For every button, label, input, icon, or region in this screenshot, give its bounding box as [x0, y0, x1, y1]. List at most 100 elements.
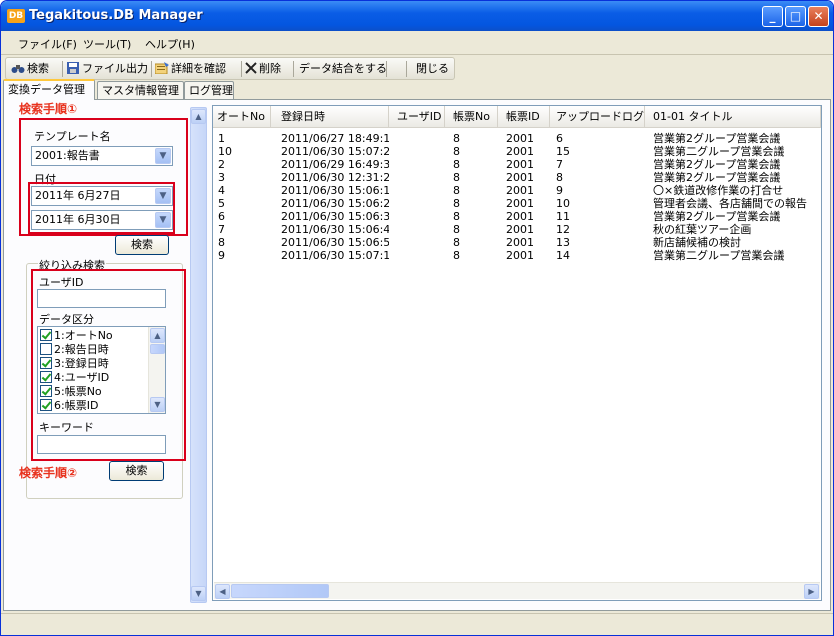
chevron-down-icon[interactable]: ▼ — [155, 212, 171, 228]
data-grid[interactable]: オートNo 登録日時 ユーザID 帳票No 帳票ID アップロードログID 01… — [212, 105, 822, 601]
tab-converted-data[interactable]: 変換データ管理 — [3, 79, 95, 100]
table-row[interactable]: 2 2011/06/29 16:49:34 8 2001 7 営業第2グループ営業会議 — [213, 158, 821, 171]
table-cell: 営業第二グループ営業会議 — [653, 145, 785, 158]
toolbar-separator — [62, 61, 63, 77]
checkbox[interactable] — [40, 329, 52, 341]
table-row[interactable]: 7 2011/06/30 15:06:47 8 2001 12 秋の紅葉ツアー企画 — [213, 223, 821, 236]
col-form-no[interactable]: 帳票No — [445, 106, 498, 128]
checkbox[interactable] — [40, 385, 52, 397]
table-cell: 8 — [453, 210, 460, 223]
table-row[interactable]: 3 2011/06/30 12:31:23 8 2001 8 営業第2グループ営業会議 — [213, 171, 821, 184]
table-cell — [389, 197, 445, 210]
step1-annotation: 検索手順① — [19, 102, 78, 116]
table-cell: 5 — [218, 197, 225, 210]
template-combobox[interactable]: 2001:報告書 ▼ — [31, 146, 173, 166]
table-cell: 6 — [556, 132, 563, 145]
table-cell: 2011/06/30 12:31:23 — [281, 171, 389, 184]
export-file-button[interactable]: ファイル出力 — [66, 61, 148, 77]
scroll-left-icon[interactable]: ◀ — [215, 584, 230, 599]
scroll-up-icon[interactable]: ▲ — [191, 109, 206, 124]
keyword-input[interactable] — [37, 435, 166, 454]
scroll-down-icon[interactable]: ▼ — [150, 397, 165, 412]
tab-log[interactable]: ログ管理 — [184, 81, 234, 100]
maximize-button[interactable]: □ — [785, 6, 806, 27]
table-cell: 営業第2グループ営業会議 — [653, 210, 781, 223]
close-app-button[interactable]: 閉じる — [416, 61, 449, 77]
search-button-1[interactable]: 検索 — [115, 235, 169, 255]
search-button-2[interactable]: 検索 — [109, 461, 164, 481]
minimize-button[interactable]: _ — [762, 6, 783, 27]
checkbox[interactable] — [40, 357, 52, 369]
category-item[interactable]: 6:帳票ID — [40, 399, 98, 413]
chevron-down-icon[interactable]: ▼ — [155, 188, 171, 204]
scroll-thumb[interactable] — [231, 584, 329, 598]
col-user-id[interactable]: ユーザID — [389, 106, 445, 128]
table-cell: 営業第2グループ営業会議 — [653, 171, 781, 184]
scroll-right-icon[interactable]: ▶ — [804, 584, 819, 599]
toolbar-separator — [241, 61, 242, 77]
table-cell: 2001 — [506, 158, 534, 171]
table-cell: 営業第二グループ営業会議 — [653, 249, 785, 262]
table-cell: 8 — [218, 236, 225, 249]
data-category-list[interactable]: 1:オートNo 2:報告日時 3:登録日時 4:ユーザID 5:帳票No 6:帳… — [37, 326, 166, 414]
table-cell: 2011/06/30 15:06:59 — [281, 236, 389, 249]
checkbox[interactable] — [40, 371, 52, 383]
app-icon: DB — [7, 9, 25, 23]
delete-button[interactable]: 削除 — [245, 61, 281, 77]
category-item[interactable]: 5:帳票No — [40, 385, 102, 399]
category-scrollbar[interactable]: ▲ ▼ — [148, 327, 165, 413]
scroll-down-icon[interactable]: ▼ — [191, 586, 206, 601]
title-bar[interactable]: DB Tegakitous.DB Manager _ □ ✕ — [1, 1, 833, 31]
table-row[interactable]: 5 2011/06/30 15:06:24 8 2001 10 管理者会議、各店舗間での報… — [213, 197, 821, 210]
table-cell: 新店舗候補の検討 — [653, 236, 741, 249]
table-cell: 2001 — [506, 236, 534, 249]
col-form-id[interactable]: 帳票ID — [498, 106, 550, 128]
table-cell: 7 — [218, 223, 225, 236]
menu-file[interactable]: ファイル(F) — [18, 36, 77, 52]
checkbox[interactable] — [40, 399, 52, 411]
table-row[interactable]: 8 2011/06/30 15:06:59 8 2001 13 新店舗候補の検討 — [213, 236, 821, 249]
close-window-button[interactable]: ✕ — [808, 6, 829, 27]
date-from-picker[interactable]: 2011年 6月27日 ▼ — [31, 186, 173, 206]
horizontal-scrollbar[interactable]: ◀ ▶ — [214, 582, 820, 599]
category-item[interactable]: 3:登録日時 — [40, 357, 109, 371]
menu-tools[interactable]: ツール(T) — [83, 36, 131, 52]
checkbox[interactable] — [40, 343, 52, 355]
table-cell — [389, 210, 445, 223]
table-cell: 8 — [453, 184, 460, 197]
col-title[interactable]: 01-01 タイトル — [645, 106, 821, 128]
view-details-button[interactable]: 詳細を確認 — [154, 61, 226, 77]
tab-master-info[interactable]: マスタ情報管理 — [97, 81, 184, 100]
table-row[interactable]: 9 2011/06/30 15:07:14 8 2001 14 営業第二グループ営業会議 — [213, 249, 821, 262]
table-cell: 2001 — [506, 197, 534, 210]
delete-x-icon — [245, 62, 257, 74]
col-auto-no[interactable]: オートNo — [213, 106, 271, 128]
table-cell: 管理者会議、各店舗間での報告 — [653, 197, 807, 210]
chevron-down-icon[interactable]: ▼ — [155, 148, 171, 164]
merge-data-button[interactable]: データ結合をする — [299, 61, 387, 77]
date-to-picker[interactable]: 2011年 6月30日 ▼ — [31, 210, 173, 230]
table-cell: 2011/06/29 16:49:34 — [281, 158, 389, 171]
col-upload-log-id[interactable]: アップロードログID — [550, 106, 645, 128]
col-registered-at[interactable]: 登録日時 — [271, 106, 389, 128]
table-row[interactable]: 6 2011/06/30 15:06:36 8 2001 11 営業第2グループ営業会議 — [213, 210, 821, 223]
scroll-up-icon[interactable]: ▲ — [150, 328, 165, 343]
table-cell — [389, 132, 445, 145]
table-row[interactable]: 4 2011/06/30 15:06:11 8 2001 9 〇×鉄道改修作業の打合せ — [213, 184, 821, 197]
category-item[interactable]: 1:オートNo — [40, 329, 113, 343]
table-row[interactable]: 1 2011/06/27 18:49:11 8 2001 6 営業第2グループ営業会議 — [213, 132, 821, 145]
table-cell: 2001 — [506, 184, 534, 197]
binoculars-icon — [11, 62, 25, 74]
category-item[interactable]: 4:ユーザID — [40, 371, 109, 385]
table-cell — [389, 223, 445, 236]
panel-splitter[interactable]: ▲ ▼ — [190, 107, 207, 603]
menu-help[interactable]: ヘルプ(H) — [145, 36, 195, 52]
category-item[interactable]: 2:報告日時 — [40, 343, 109, 357]
table-row[interactable]: 10 2011/06/30 15:07:29 8 2001 15 営業第二グループ営業会議 — [213, 145, 821, 158]
table-cell: 8 — [453, 132, 460, 145]
table-cell: 8 — [453, 236, 460, 249]
search-tool-button[interactable]: 検索 — [11, 61, 49, 77]
toolbar-separator — [293, 61, 294, 77]
scroll-thumb[interactable] — [150, 344, 165, 354]
user-id-input[interactable] — [37, 289, 166, 308]
